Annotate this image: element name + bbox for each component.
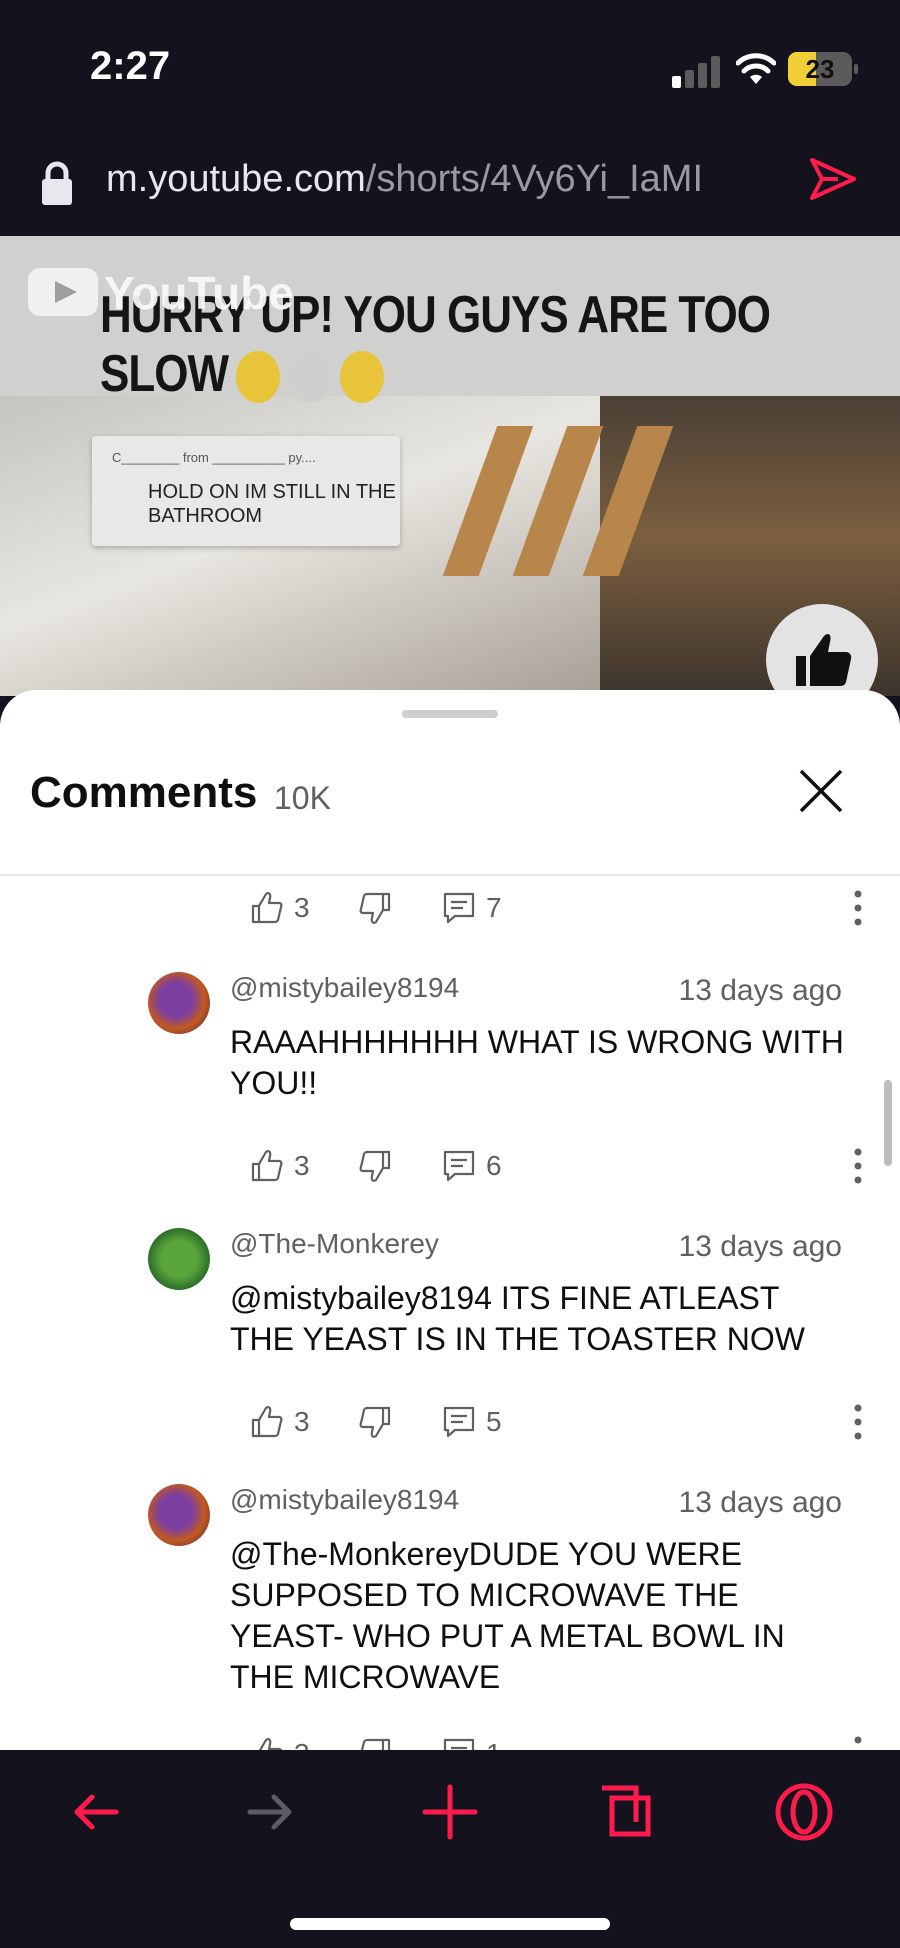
- close-icon[interactable]: [796, 766, 846, 816]
- comment-text: @The-MonkereyDUDE YOU WERE SUPPOSED TO M…: [230, 1536, 785, 1695]
- like-button[interactable]: 3: [250, 1146, 310, 1186]
- thumbs-up-icon: [796, 634, 852, 686]
- thumbs-up-icon: [258, 1738, 283, 1750]
- comment-item: @mistybailey8194 13 days ago @The-Monker…: [148, 1484, 848, 1695]
- lock-icon: [42, 161, 72, 205]
- comment-actions: 3 1: [250, 1734, 862, 1750]
- chat-notification-overlay: C________ from __________ py.... HOLD ON…: [92, 436, 400, 546]
- comment-item: @The-Monkerey 13 days ago @mistybailey81…: [148, 1228, 848, 1357]
- comment-text: RAAAHHHHHHH WHAT IS WRONG WITH YOU!!: [230, 1024, 844, 1101]
- replies-button[interactable]: 1: [442, 1734, 502, 1750]
- forward-arrow-icon[interactable]: [240, 1782, 300, 1842]
- status-bar: 2:27 23: [0, 0, 900, 140]
- like-count: 3: [294, 892, 310, 923]
- comments-title: Comments: [30, 768, 258, 817]
- send-icon[interactable]: [808, 154, 858, 204]
- cellular-signal-icon: [672, 54, 720, 88]
- like-button[interactable]: 3: [250, 1402, 310, 1442]
- like-count: 3: [294, 1406, 310, 1437]
- tabs-icon[interactable]: [596, 1782, 656, 1842]
- comment-text: @mistybailey8194 ITS FINE ATLEAST THE YE…: [230, 1280, 805, 1357]
- drag-handle[interactable]: [402, 710, 498, 718]
- back-arrow-icon[interactable]: [66, 1782, 126, 1842]
- reply-count: 7: [486, 892, 502, 923]
- reply-count: 1: [486, 1738, 502, 1750]
- dislike-button[interactable]: [358, 1146, 402, 1186]
- url-path: /shorts/4Vy6Yi_IaMI: [365, 158, 704, 200]
- battery-level: 23: [805, 54, 835, 84]
- replies-button[interactable]: 6: [442, 1146, 502, 1186]
- comment-actions: 3 6: [250, 1146, 862, 1186]
- plus-icon[interactable]: [420, 1782, 480, 1842]
- dislike-button[interactable]: [358, 1402, 402, 1442]
- like-count: 3: [294, 1150, 310, 1181]
- more-vert-icon[interactable]: [848, 1146, 868, 1186]
- url-host: m.youtube.com: [106, 158, 366, 200]
- reply-count: 5: [486, 1406, 502, 1437]
- status-time: 2:27: [90, 44, 171, 88]
- replies-button[interactable]: 7: [442, 888, 502, 928]
- thumbs-up-icon: [251, 1406, 283, 1438]
- comment-date: 13 days ago: [678, 1230, 842, 1263]
- reply-icon: [443, 892, 475, 924]
- comment-item: @mistybailey8194 13 days ago RAAAHHHHHHH…: [148, 972, 848, 1101]
- reply-icon: [443, 1738, 475, 1750]
- avatar[interactable]: [148, 972, 210, 1034]
- youtube-logo-icon: [28, 268, 98, 316]
- reply-count: 6: [486, 1150, 502, 1181]
- reply-icon: [443, 1150, 475, 1182]
- thumbs-down-icon: [359, 892, 391, 924]
- dislike-button[interactable]: [358, 1734, 402, 1750]
- thumbs-up-icon: [251, 892, 283, 924]
- comment-author[interactable]: @mistybailey8194: [230, 1484, 459, 1516]
- more-vert-icon[interactable]: [848, 1402, 868, 1442]
- thumbs-up-icon: [251, 1150, 283, 1182]
- replies-button[interactable]: 5: [442, 1402, 502, 1442]
- comment-actions: 3 7: [250, 888, 862, 928]
- reply-icon: [443, 1406, 475, 1438]
- comment-actions: 3 5: [250, 1402, 862, 1442]
- comment-date: 13 days ago: [678, 1486, 842, 1519]
- more-vert-icon[interactable]: [848, 1734, 868, 1750]
- note-meta: C________ from __________ py....: [112, 450, 316, 465]
- thumbs-down-icon: [359, 1406, 391, 1438]
- wifi-icon: [736, 53, 776, 84]
- thumbs-down-icon: [359, 1150, 391, 1182]
- comment-author[interactable]: @The-Monkerey: [230, 1228, 439, 1260]
- opera-icon[interactable]: [774, 1782, 834, 1842]
- more-vert-icon[interactable]: [848, 888, 868, 928]
- video-player[interactable]: HURRY UP! YOU GUYS ARE TOO SLOW YouTube …: [0, 236, 900, 696]
- url-text[interactable]: m.youtube.com/shorts/4Vy6Yi_IaMI: [106, 158, 703, 201]
- like-video-button[interactable]: [766, 604, 878, 696]
- avatar[interactable]: [148, 1228, 210, 1290]
- thumbs-down-icon: [361, 1738, 391, 1750]
- emoji-icon: [235, 351, 280, 404]
- comments-panel: Comments 10K 3 7 @mistybailey8194 13 day…: [0, 690, 900, 1750]
- comment-author[interactable]: @mistybailey8194: [230, 972, 459, 1004]
- battery-indicator: 23: [788, 52, 858, 86]
- like-count: 3: [294, 1738, 310, 1750]
- note-text: HOLD ON IM STILL IN THE BATHROOM: [148, 481, 396, 527]
- like-button[interactable]: 3: [250, 888, 310, 928]
- like-button[interactable]: 3: [250, 1734, 310, 1750]
- browser-address-bar[interactable]: m.youtube.com/shorts/4Vy6Yi_IaMI: [0, 140, 900, 236]
- dislike-button[interactable]: [358, 888, 402, 928]
- avatar[interactable]: [148, 1484, 210, 1546]
- comments-scrollbar[interactable]: [884, 1080, 892, 1166]
- emoji-icon: [287, 351, 332, 404]
- comment-date: 13 days ago: [678, 974, 842, 1007]
- emoji-icon: [339, 351, 384, 404]
- browser-toolbar: [0, 1752, 900, 1948]
- home-indicator[interactable]: [290, 1918, 610, 1930]
- youtube-watermark: YouTube: [104, 267, 294, 319]
- comments-count: 10K: [274, 780, 331, 816]
